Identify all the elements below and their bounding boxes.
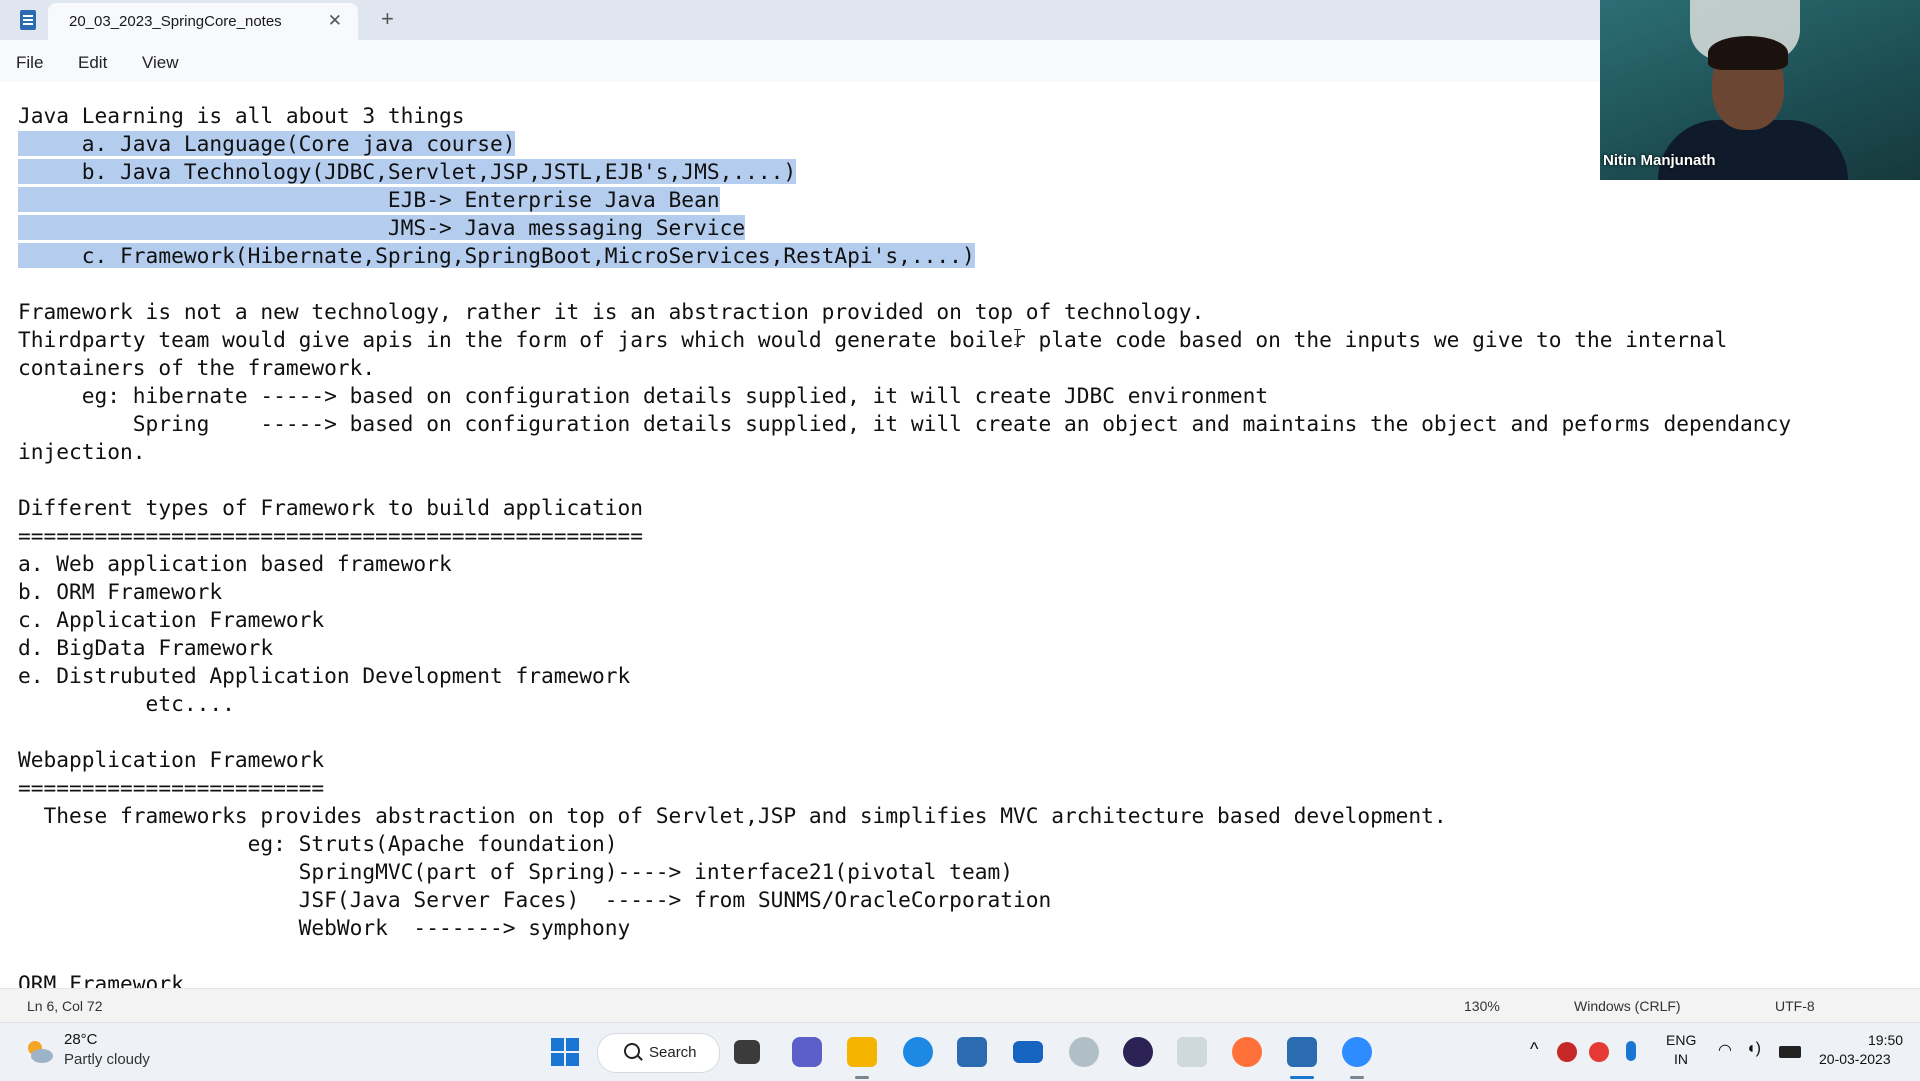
editor-line: c. Application Framework: [18, 607, 325, 632]
editor-line: b. ORM Framework: [18, 579, 223, 604]
editor-line: These frameworks provides abstraction on…: [18, 803, 1447, 828]
wifi-icon[interactable]: ◠: [1718, 1040, 1732, 1060]
editor-line: Different types of Framework to build ap…: [18, 495, 644, 520]
selected-text: JMS-> Java messaging Service: [18, 215, 746, 240]
eclipse-icon[interactable]: [1123, 1037, 1153, 1067]
editor-line: Spring -----> based on configuration det…: [18, 411, 1792, 436]
firefox-icon[interactable]: [1232, 1037, 1262, 1067]
selected-text: a. Java Language(Core java course): [18, 131, 516, 156]
editor-line: eg: Struts(Apache foundation): [18, 831, 618, 856]
selected-text: c. Framework(Hibernate,Spring,SpringBoot…: [18, 243, 975, 268]
weather-description: Partly cloudy: [64, 1051, 150, 1068]
partly-cloudy-icon: [28, 1041, 53, 1063]
text-cursor-icon: [1014, 329, 1021, 345]
microphone-icon[interactable]: [1626, 1041, 1636, 1061]
close-tab-icon[interactable]: ✕: [328, 11, 342, 31]
sync-icon[interactable]: [1589, 1042, 1609, 1062]
editor-line: a. Web application based framework: [18, 551, 452, 576]
editor-line: a. Java Language(Core java course): [18, 130, 516, 158]
zoom-level[interactable]: 130%: [1464, 998, 1500, 1014]
tab-notes[interactable]: 20_03_2023_SpringCore_notes ✕: [48, 3, 358, 40]
editor-line: JSF(Java Server Faces) -----> from SUNMS…: [18, 887, 1052, 912]
editor-line: containers of the framework.: [18, 355, 376, 380]
editor-line: Webapplication Framework: [18, 747, 325, 772]
webcam-overlay: Nitin Manjunath: [1600, 0, 1920, 180]
notepad-app-icon: [20, 10, 36, 30]
zoom-icon[interactable]: [1342, 1037, 1372, 1067]
menu-bar: File Edit View: [0, 40, 1600, 82]
windows-start-icon[interactable]: [550, 1037, 580, 1067]
presenter-name: Nitin Manjunath: [1603, 152, 1716, 169]
new-tab-button[interactable]: +: [381, 6, 394, 32]
editor-line: eg: hibernate -----> based on configurat…: [18, 383, 1269, 408]
teams-chat-icon[interactable]: [792, 1037, 822, 1067]
store-icon[interactable]: [957, 1037, 987, 1067]
mail-icon[interactable]: [1013, 1041, 1043, 1063]
running-indicator: [855, 1076, 869, 1079]
search-icon: [624, 1043, 640, 1059]
region-indicator[interactable]: IN: [1674, 1051, 1688, 1067]
editor-line: Java Learning is all about 3 things: [18, 103, 465, 128]
taskbar-search[interactable]: Search: [597, 1033, 720, 1073]
search-label: Search: [649, 1044, 697, 1061]
taskbar: 28°C Partly cloudy Search ^ ENG IN ◠ ◖) …: [0, 1022, 1920, 1081]
editor-line: e. Distrubuted Application Development f…: [18, 663, 631, 688]
editor-line: Thirdparty team would give apis in the f…: [18, 327, 1728, 352]
menu-edit[interactable]: Edit: [78, 53, 107, 73]
editor-line: b. Java Technology(JDBC,Servlet,JSP,JSTL…: [18, 158, 797, 186]
remote-desktop-icon[interactable]: [1177, 1037, 1207, 1067]
menu-view[interactable]: View: [142, 53, 179, 73]
editor-line: WebWork -------> symphony: [18, 915, 631, 940]
running-indicator: [1350, 1076, 1364, 1079]
menu-file[interactable]: File: [16, 53, 43, 73]
selected-text: EJB-> Enterprise Java Bean: [18, 187, 720, 212]
text-editor[interactable]: Java Learning is all about 3 things a. J…: [0, 82, 1920, 988]
antivirus-icon[interactable]: [1557, 1042, 1577, 1062]
editor-line: EJB-> Enterprise Java Bean: [18, 186, 720, 214]
weather-temperature: 28°C: [64, 1031, 98, 1048]
editor-line: Framework is not a new technology, rathe…: [18, 299, 1205, 324]
encoding[interactable]: UTF-8: [1775, 998, 1815, 1014]
volume-icon[interactable]: ◖): [1746, 1040, 1761, 1058]
clock-time[interactable]: 19:50: [1868, 1032, 1903, 1048]
battery-icon[interactable]: [1779, 1046, 1801, 1058]
edge-icon[interactable]: [903, 1037, 933, 1067]
active-indicator: [1290, 1076, 1314, 1079]
line-ending[interactable]: Windows (CRLF): [1574, 998, 1681, 1014]
cursor-position: Ln 6, Col 72: [27, 998, 103, 1014]
editor-line: ========================: [18, 775, 325, 800]
notepad-icon[interactable]: [1287, 1037, 1317, 1067]
editor-line: injection.: [18, 439, 146, 464]
editor-line: c. Framework(Hibernate,Spring,SpringBoot…: [18, 242, 975, 270]
editor-line: d. BigData Framework: [18, 635, 274, 660]
selected-text: b. Java Technology(JDBC,Servlet,JSP,JSTL…: [18, 159, 797, 184]
editor-line: SpringMVC(part of Spring)----> interface…: [18, 859, 1013, 884]
chevron-up-icon[interactable]: ^: [1530, 1039, 1538, 1060]
file-explorer-icon[interactable]: [847, 1037, 877, 1067]
editor-line: ========================================…: [18, 523, 644, 548]
status-bar: Ln 6, Col 72 130% Windows (CRLF) UTF-8: [0, 988, 1920, 1023]
app-icon[interactable]: [1069, 1037, 1099, 1067]
presenter-hair: [1708, 36, 1788, 70]
editor-line: ORM Framework: [18, 971, 184, 988]
task-view-icon[interactable]: [734, 1040, 760, 1064]
editor-line: etc....: [18, 691, 235, 716]
clock-date[interactable]: 20-03-2023: [1819, 1051, 1891, 1067]
language-indicator[interactable]: ENG: [1666, 1032, 1696, 1048]
editor-line: JMS-> Java messaging Service: [18, 214, 746, 242]
tab-title: 20_03_2023_SpringCore_notes: [69, 13, 282, 30]
